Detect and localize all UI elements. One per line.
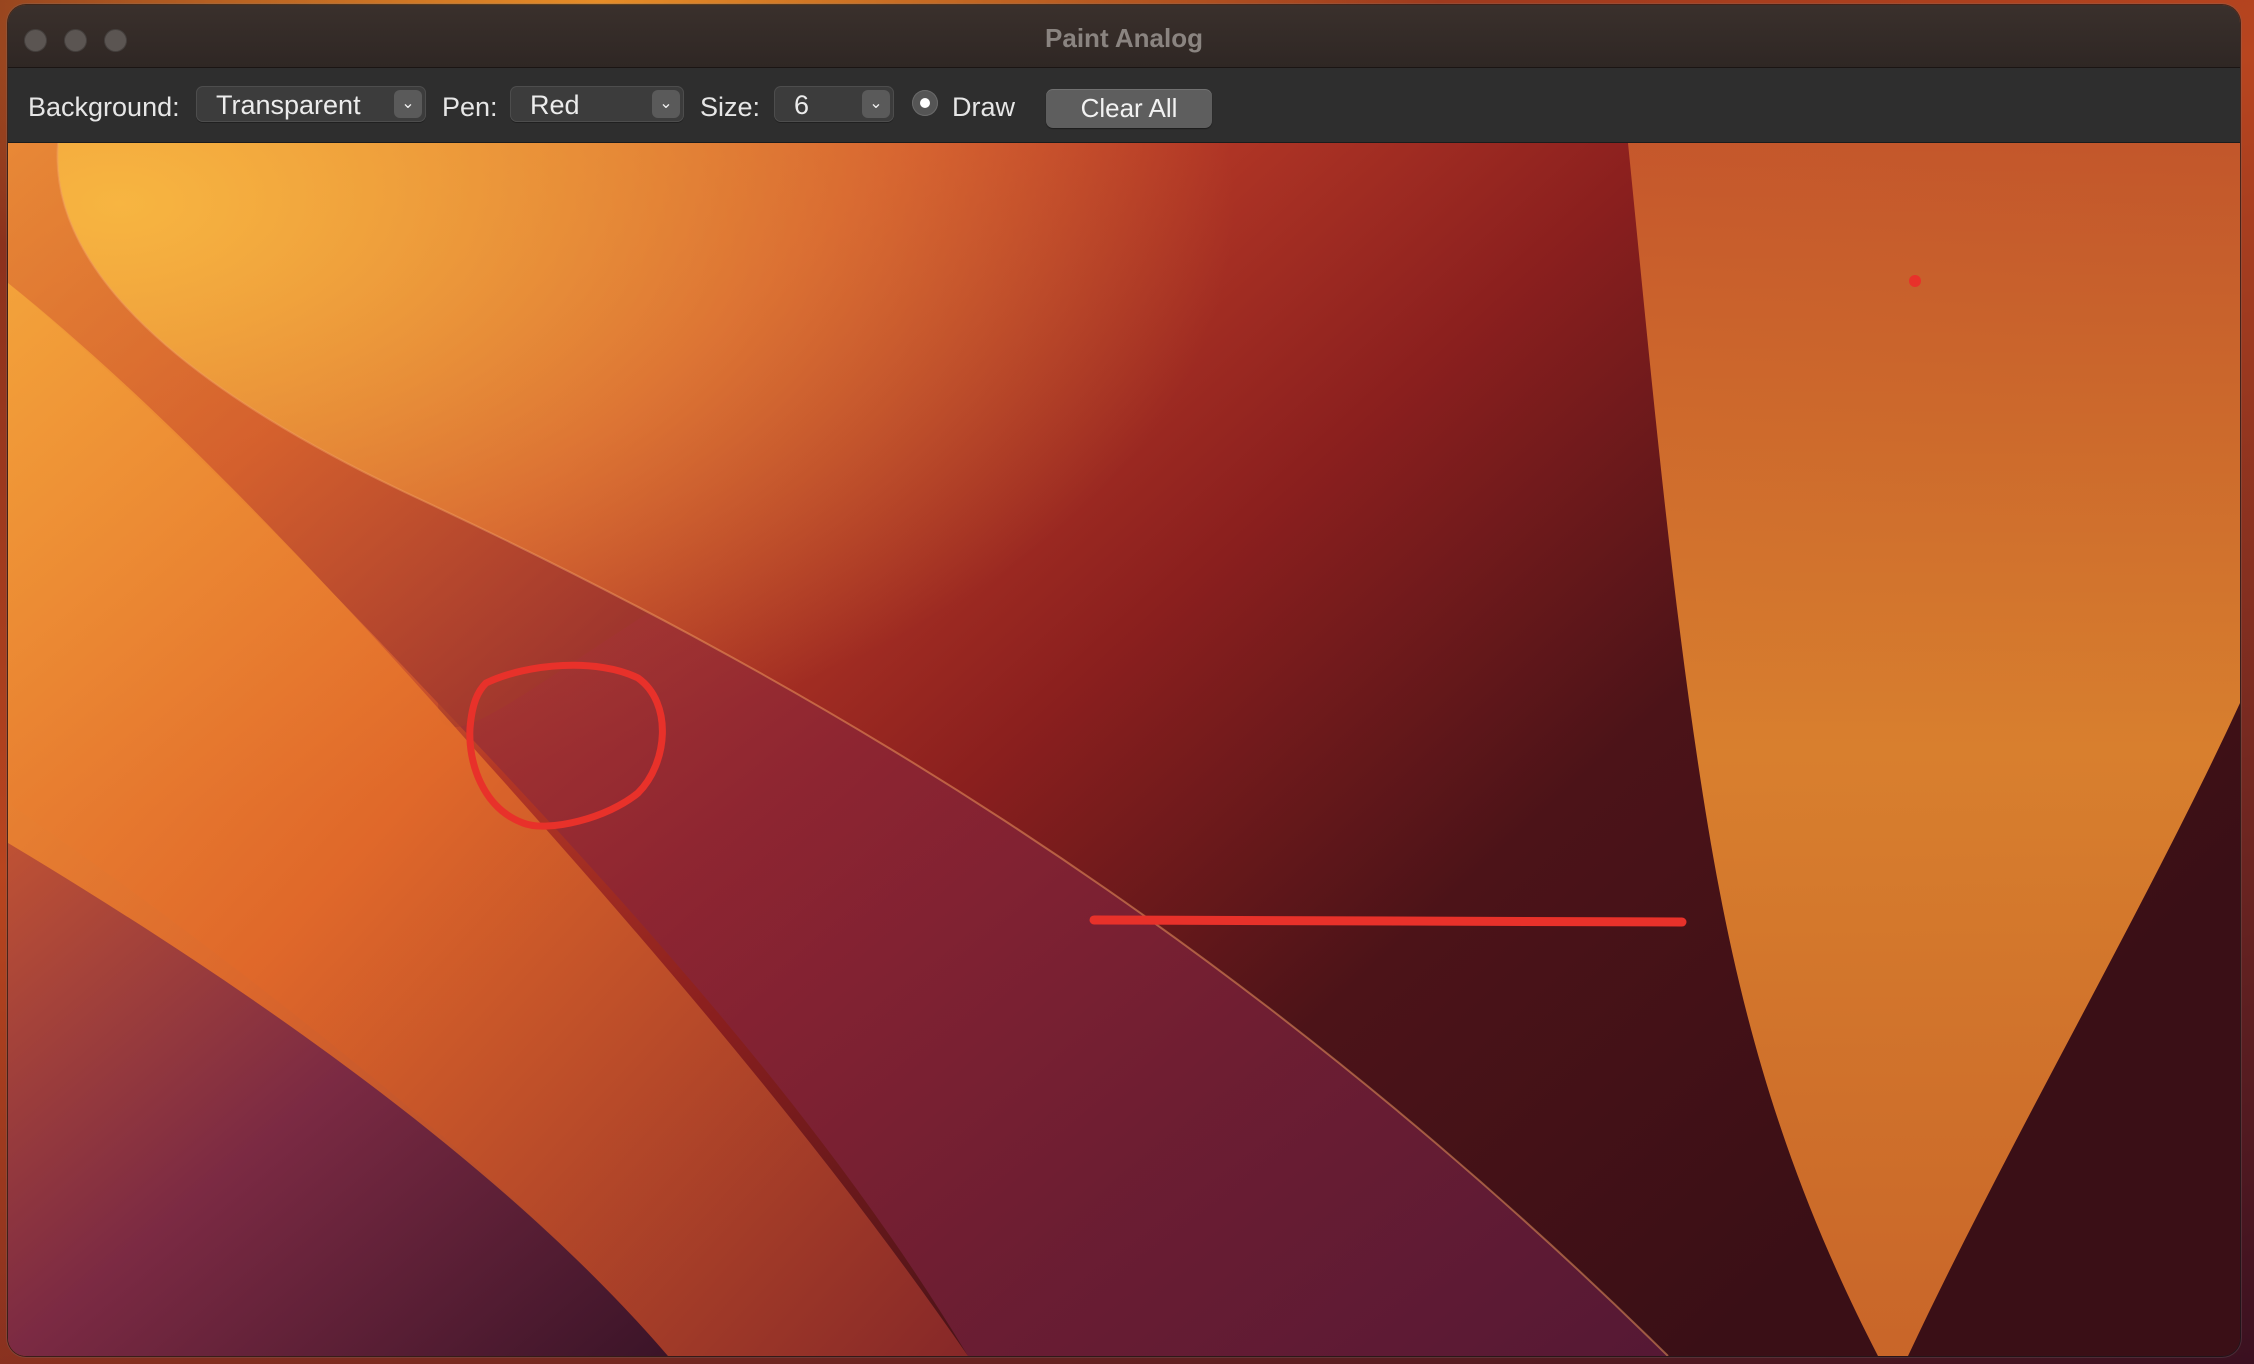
toolbar: Background: Transparent ⌄ Pen: Red ⌄ Siz… xyxy=(8,68,2240,143)
window-title: Paint Analog xyxy=(1045,23,1203,53)
chevron-down-icon: ⌄ xyxy=(394,90,422,118)
pen-value: Red xyxy=(530,90,580,120)
chevron-down-icon: ⌄ xyxy=(652,90,680,118)
pen-select[interactable]: Red ⌄ xyxy=(510,86,684,122)
size-label: Size: xyxy=(700,92,761,122)
stroke-line xyxy=(1089,915,1687,927)
title-bar[interactable]: Paint Analog xyxy=(8,5,2240,68)
drawing-canvas[interactable] xyxy=(8,143,2240,1356)
wallpaper-backdrop xyxy=(8,143,2240,1356)
paint-window: Paint Analog Background: Transparent ⌄ P… xyxy=(8,5,2240,1356)
clear-all-button[interactable]: Clear All xyxy=(1046,89,1212,128)
background-value: Transparent xyxy=(216,90,361,120)
canvas-surface[interactable] xyxy=(8,143,2240,1356)
radio-dot xyxy=(920,98,930,108)
background-label: Background: xyxy=(28,92,180,122)
pen-label: Pen: xyxy=(442,92,498,122)
size-value: 6 xyxy=(794,90,810,120)
draw-label[interactable]: Draw xyxy=(952,92,1015,123)
chevron-down-icon: ⌄ xyxy=(862,90,890,118)
draw-radio[interactable] xyxy=(912,90,938,116)
size-select[interactable]: 6 ⌄ xyxy=(774,86,894,122)
stroke-dot xyxy=(1909,275,1921,287)
background-select[interactable]: Transparent ⌄ xyxy=(196,86,426,122)
